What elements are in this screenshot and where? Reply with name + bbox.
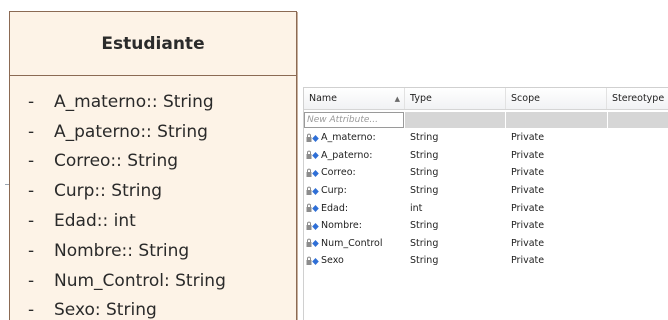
- attribute-text: Curp:: String: [54, 181, 163, 202]
- column-header-label: Name: [309, 93, 338, 104]
- private-attribute-icon: [306, 239, 319, 248]
- uml-class-box[interactable]: Estudiante - A_materno:: String - A_pate…: [9, 11, 297, 320]
- attribute-text: Sexo: String: [54, 300, 157, 320]
- column-header-stereotype[interactable]: Stereotype: [607, 88, 668, 109]
- table-row[interactable]: Correo: String Private: [304, 164, 668, 182]
- name-cell: Curp:: [304, 185, 405, 196]
- class-attribute[interactable]: - A_materno:: String: [10, 87, 296, 117]
- type-cell: String: [410, 167, 439, 179]
- type-cell: String: [410, 132, 439, 144]
- private-attribute-icon: [306, 151, 319, 160]
- new-row-scope-cell: [506, 112, 607, 128]
- table-row[interactable]: Sexo String Private: [304, 252, 668, 270]
- visibility-marker: -: [28, 181, 35, 202]
- scope-cell: Private: [511, 237, 545, 249]
- column-header-type[interactable]: Type: [405, 88, 506, 109]
- scope-cell: Private: [511, 220, 545, 232]
- visibility-marker: -: [28, 270, 35, 291]
- table-row[interactable]: Num_Control String Private: [304, 235, 668, 253]
- attribute-text: A_materno:: String: [54, 91, 214, 112]
- scope-cell: Private: [511, 149, 545, 161]
- attribute-text: Nombre:: String: [54, 240, 190, 261]
- new-row-type-cell: [405, 112, 505, 128]
- attribute-name: Sexo: [321, 255, 344, 267]
- private-attribute-icon: [306, 221, 319, 230]
- attribute-name: Correo:: [321, 167, 356, 179]
- type-cell: String: [410, 220, 439, 232]
- type-cell: String: [410, 185, 439, 197]
- name-cell: Sexo: [304, 255, 405, 266]
- class-attribute[interactable]: - A_paterno:: String: [10, 117, 296, 147]
- grid-header: Name ▲ Type Scope Stereotype: [304, 88, 668, 110]
- column-header-scope[interactable]: Scope: [506, 88, 607, 109]
- class-attribute[interactable]: - Curp:: String: [10, 176, 296, 206]
- class-attribute[interactable]: - Nombre:: String: [10, 236, 296, 266]
- visibility-marker: -: [28, 300, 35, 320]
- table-row[interactable]: A_materno: String Private: [304, 129, 668, 147]
- scope-cell: Private: [511, 255, 545, 267]
- attribute-text: Edad:: int: [54, 211, 136, 232]
- attribute-rows: A_materno: String Private A_paterno: Str…: [304, 128, 668, 270]
- name-cell: Nombre:: [304, 220, 405, 231]
- scope-cell: Private: [511, 185, 545, 197]
- new-attribute-row: New Attribute...: [304, 112, 668, 128]
- table-row[interactable]: Nombre: String Private: [304, 217, 668, 235]
- private-attribute-icon: [306, 256, 319, 265]
- table-row[interactable]: A_paterno: String Private: [304, 147, 668, 165]
- private-attribute-icon: [306, 203, 319, 213]
- new-attribute-input[interactable]: New Attribute...: [304, 112, 404, 128]
- attribute-name: Curp:: [321, 185, 347, 197]
- workspace: Estudiante - A_materno:: String - A_pate…: [0, 0, 668, 320]
- visibility-marker: -: [28, 121, 35, 142]
- type-cell: String: [410, 237, 439, 249]
- attribute-name: A_paterno:: [321, 149, 373, 161]
- class-attribute[interactable]: - Edad:: int: [10, 206, 296, 236]
- table-row[interactable]: Curp: String Private: [304, 182, 668, 200]
- private-attribute-icon: [306, 168, 319, 177]
- visibility-marker: -: [28, 151, 35, 172]
- column-header-name[interactable]: Name ▲: [304, 88, 405, 109]
- private-attribute-icon: [306, 186, 319, 195]
- scope-cell: Private: [511, 132, 545, 144]
- attribute-name: Edad:: [321, 202, 349, 214]
- visibility-marker: -: [28, 240, 35, 261]
- name-cell: A_materno:: [304, 132, 405, 143]
- type-cell: String: [410, 255, 439, 267]
- class-attribute[interactable]: - Num_Control: String: [10, 266, 296, 296]
- visibility-marker: -: [28, 211, 35, 232]
- sort-ascending-icon: ▲: [394, 94, 400, 103]
- attribute-text: Num_Control: String: [54, 270, 226, 291]
- attribute-name: Nombre:: [321, 220, 362, 232]
- attributes-grid: Name ▲ Type Scope Stereotype New Attribu…: [303, 87, 668, 320]
- scope-cell: Private: [511, 202, 545, 214]
- new-row-stereotype-cell: [608, 112, 668, 128]
- name-cell: Correo:: [304, 167, 405, 178]
- class-attributes: - A_materno:: String - A_paterno:: Strin…: [10, 76, 296, 320]
- attribute-name: A_materno:: [321, 132, 376, 144]
- attribute-name: Num_Control: [321, 237, 383, 249]
- name-cell: Edad:: [304, 203, 405, 214]
- visibility-marker: -: [28, 91, 35, 112]
- attribute-text: A_paterno:: String: [54, 121, 208, 142]
- attribute-text: Correo:: String: [54, 151, 179, 172]
- type-cell: int: [410, 202, 423, 214]
- table-row[interactable]: Edad: int Private: [304, 199, 668, 217]
- class-name[interactable]: Estudiante: [10, 12, 296, 76]
- class-attribute[interactable]: - Sexo: String: [10, 296, 296, 320]
- private-attribute-icon: [306, 133, 319, 142]
- scope-cell: Private: [511, 167, 545, 179]
- name-cell: A_paterno:: [304, 150, 405, 161]
- class-attribute[interactable]: - Correo:: String: [10, 147, 296, 177]
- type-cell: String: [410, 149, 439, 161]
- name-cell: Num_Control: [304, 238, 405, 249]
